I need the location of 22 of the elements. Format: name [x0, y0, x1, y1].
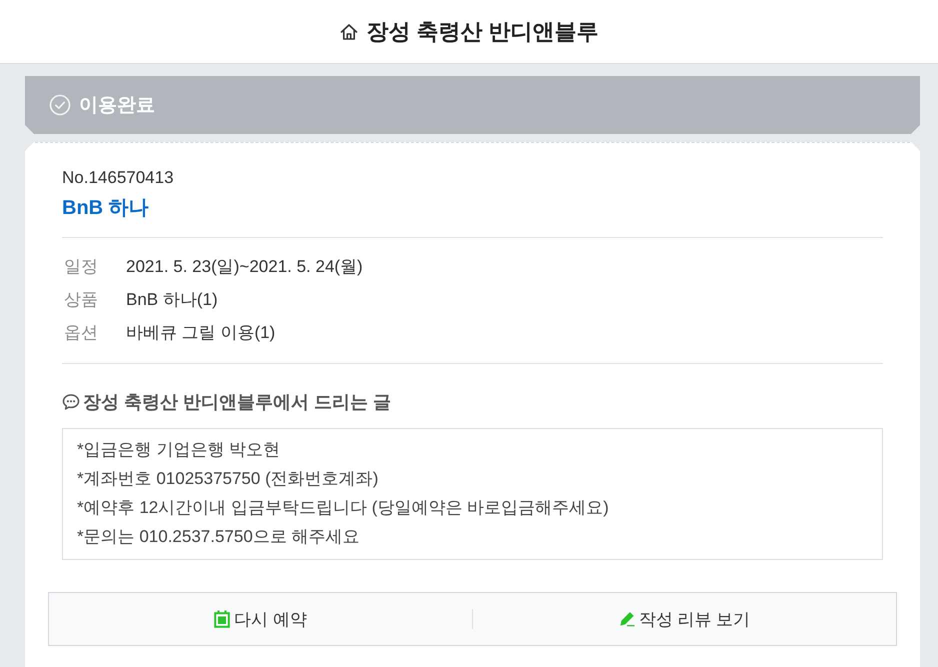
notice-line: *문의는 010.2537.5750으로 해주세요 — [77, 526, 361, 548]
detail-value: BnB 하나(1) — [126, 289, 218, 311]
detail-value: 바베큐 그릴 이용(1) — [126, 322, 276, 344]
status-label: 이용완료 — [79, 94, 155, 118]
venue-title: 장성 축령산 반디앤블루 — [366, 18, 599, 46]
detail-label: 옵션 — [63, 322, 99, 344]
check-circle-icon — [49, 94, 71, 116]
calendar-icon — [214, 610, 230, 628]
pencil-icon — [618, 610, 635, 628]
home-icon — [339, 22, 360, 42]
notice-line: *계좌번호 01025375750 (전화번호계좌) — [77, 468, 380, 490]
detail-value: 2021. 5. 23(일)~2021. 5. 24(월) — [126, 256, 363, 278]
action-button[interactable]: 다시 예약 — [49, 593, 472, 645]
product-name: BnB 하나 — [62, 196, 150, 221]
action-button[interactable]: 작성 리뷰 보기 — [473, 593, 896, 645]
detail-label: 상품 — [63, 289, 99, 311]
booking-number: No.146570413 — [62, 167, 175, 189]
notice-line: *입금은행 기업은행 박오현 — [77, 439, 282, 461]
chat-bubble-icon — [62, 393, 80, 411]
notice-title: 장성 축령산 반디앤블루에서 드리는 글 — [83, 391, 392, 414]
detail-label: 일정 — [63, 256, 99, 278]
notice-line: *예약후 12시간이내 입금부탁드립니다 (당일예약은 바로입금해주세요) — [77, 497, 610, 519]
